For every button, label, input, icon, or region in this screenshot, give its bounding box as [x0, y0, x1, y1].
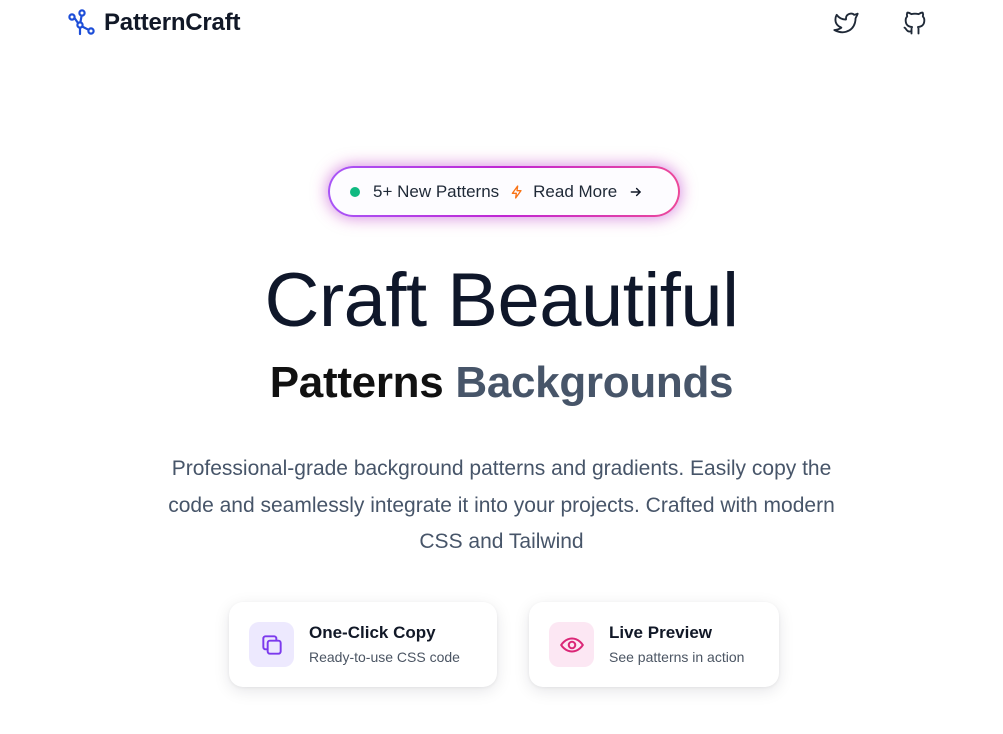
feature-card-one-click-copy: One-Click Copy Ready-to-use CSS code [229, 602, 497, 687]
feature-title: One-Click Copy [309, 622, 436, 642]
lightning-bolt-icon [511, 184, 522, 199]
announcement-pill[interactable]: 5+ New Patterns Read More [328, 166, 680, 217]
github-link[interactable] [900, 8, 930, 38]
hero-subtitle-backgrounds: Backgrounds [455, 358, 734, 407]
eye-icon [559, 636, 584, 653]
eye-icon-badge [549, 622, 594, 667]
feature-description: See patterns in action [609, 648, 745, 665]
hero-subtitle-patterns: Patterns [269, 358, 444, 407]
brand-link[interactable]: PatternCraft [68, 9, 240, 37]
hero-subtitle: Patterns Backgrounds [0, 356, 1003, 410]
network-nodes-icon [68, 9, 95, 36]
github-icon [903, 11, 926, 35]
hero-title: Craft Beautiful [264, 258, 739, 343]
read-more-label: Read More [533, 181, 618, 201]
feature-text-live-preview: Live Preview See patterns in action [609, 622, 744, 668]
copy-icon [261, 634, 282, 655]
feature-card-live-preview: Live Preview See patterns in action [529, 602, 779, 687]
twitter-link[interactable] [831, 8, 861, 38]
feature-text-one-click-copy: One-Click Copy Ready-to-use CSS code [309, 622, 460, 668]
arrow-right-icon [630, 187, 642, 196]
status-dot [350, 186, 360, 197]
brand-name: PatternCraft [104, 9, 241, 36]
feature-title: Live Preview [609, 622, 713, 642]
copy-icon-badge [249, 622, 294, 667]
twitter-icon [833, 12, 859, 34]
announcement-pill-inner: 5+ New Patterns Read More [330, 168, 678, 215]
feature-description: Ready-to-use CSS code [309, 648, 460, 665]
site-header: PatternCraft [0, 0, 1003, 48]
new-patterns-label: 5+ New Patterns [373, 181, 500, 201]
hero-description: Professional-grade background patterns a… [168, 457, 835, 553]
page: PatternCraft 5+ New Patterns Read More C… [0, 0, 1003, 734]
